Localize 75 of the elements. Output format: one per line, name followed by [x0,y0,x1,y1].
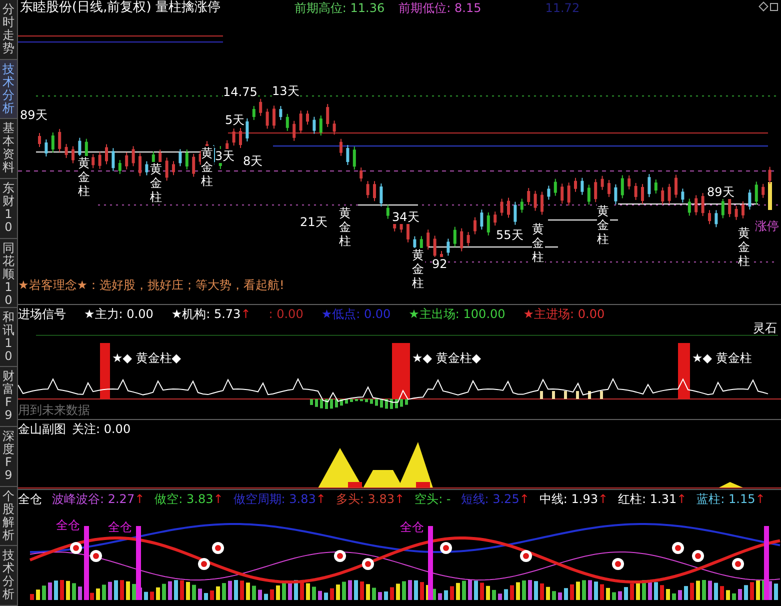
sidebar-tab[interactable]: 同花顺10 [0,238,17,308]
full-position-label: 全仓 [56,518,80,532]
limit-up-label: 涨停 [755,219,779,233]
pillar-signal: ★◆ 黄金柱◆ [112,351,182,365]
prior-high: 前期高位: 11.36 [294,1,385,15]
price-marker: 5天 [225,113,245,127]
signal-bar [100,343,110,399]
indicator-reading: 多头: 3.83 [336,492,394,506]
sidebar-tab[interactable]: 基本资料 [0,119,17,180]
sidebar-tab[interactable]: 技术分析 [0,60,17,120]
indicator-reading: 波峰波谷: 2.27 [52,492,135,506]
indicator-reading: 红柱: 1.31 [618,492,677,506]
up-arrow: ↑ [394,492,405,506]
indicator-reading: 关注: 0.00 [72,422,131,436]
indicator-reading: 做空周期: 3.83 [233,492,316,506]
sidebar-tab[interactable]: 个股解析 [0,486,17,546]
cursor-price: 11.72 [545,1,580,15]
price-marker: 92 [432,257,448,271]
sidebar-tab[interactable]: 深度F9 [0,427,17,487]
up-arrow: ↑ [240,307,251,321]
signal-bar [392,343,410,399]
pillar-signal: ★◆ 黄金柱 [692,351,752,365]
indicator-reading: ★主力: 0.00 [84,307,154,321]
future-data-note: 用到未来数据 [18,403,90,417]
indicator-reading: 中线: 1.93 [539,492,598,506]
indicator-reading: 全仓 [18,492,42,506]
pillar-signal: ★◆ 黄金柱◆ [412,351,482,365]
price-marker: 21天 [300,215,328,229]
full-position-label: 全仓 [108,520,132,534]
up-arrow: ↑ [213,492,224,506]
indicator-reading: : 0.00 [268,307,304,321]
sidebar-tab[interactable]: 财富F9 [0,367,17,428]
signal-bar [678,343,690,399]
up-arrow: ↑ [598,492,608,506]
price-marker: 14.75 [223,85,258,99]
price-marker: 55天 [496,228,524,242]
indicator-reading: 空头: - [414,492,451,506]
volume-marker [768,182,772,210]
pillar-label: 黄金柱 [738,226,751,268]
up-arrow: ↑ [316,492,326,506]
price-marker: 89天 [20,108,48,122]
up-arrow: ↑ [676,492,687,506]
indicator-name: 灵石 [753,321,777,335]
price-marker: 89天 [707,185,734,199]
pillar-label: 黄金柱 [412,248,425,290]
full-position-label: 全仓 [400,520,424,534]
sidebar-tab[interactable]: 技术分析 [0,546,17,606]
indicator-reading: ★机构: 5.73 [171,307,241,321]
price-marker: 3天 [215,149,235,163]
up-arrow: ↑ [134,492,145,506]
pillar-label: 黄金柱 [339,206,352,248]
sidebar-tab[interactable]: 和讯10 [0,308,17,368]
indicator-reading: ★主出场: 100.00 [408,307,506,321]
square-icon[interactable] [770,3,778,11]
indicator-reading: 短线: 3.25 [460,492,520,506]
prior-low: 前期低位: 8.15 [398,1,482,15]
pillar-label: 黄金柱 [201,146,214,188]
indicator-reading: ★主进场: 0.00 [523,307,605,321]
indicator-reading: 蓝柱: 1.15 [696,492,756,506]
pillar-label: 黄金柱 [532,222,545,264]
sidebar-tab[interactable]: 东财10 [0,179,17,239]
indicator-reading: ★低点: 0.00 [321,307,391,321]
panel-title: 金山副图 [18,422,66,436]
indicator-reading: 做空: 3.83 [154,492,214,506]
pillar-label: 黄金柱 [78,156,91,198]
motto-text: ★岩客理念★：选好股，挑好庄；等大势，看起航! [18,278,284,292]
up-arrow: ↑ [519,492,530,506]
pillar-label: 黄金柱 [150,162,163,204]
up-arrow: ↑ [755,492,766,506]
panel-title: 进场信号 [18,307,66,321]
price-marker: 13天 [272,84,300,98]
price-marker: 8天 [243,154,263,168]
chart-title: 东睦股份(日线,前复权) 量柱擒涨停 [20,1,220,15]
price-marker: 34天 [392,210,420,224]
pillar-label: 黄金柱 [597,204,610,246]
